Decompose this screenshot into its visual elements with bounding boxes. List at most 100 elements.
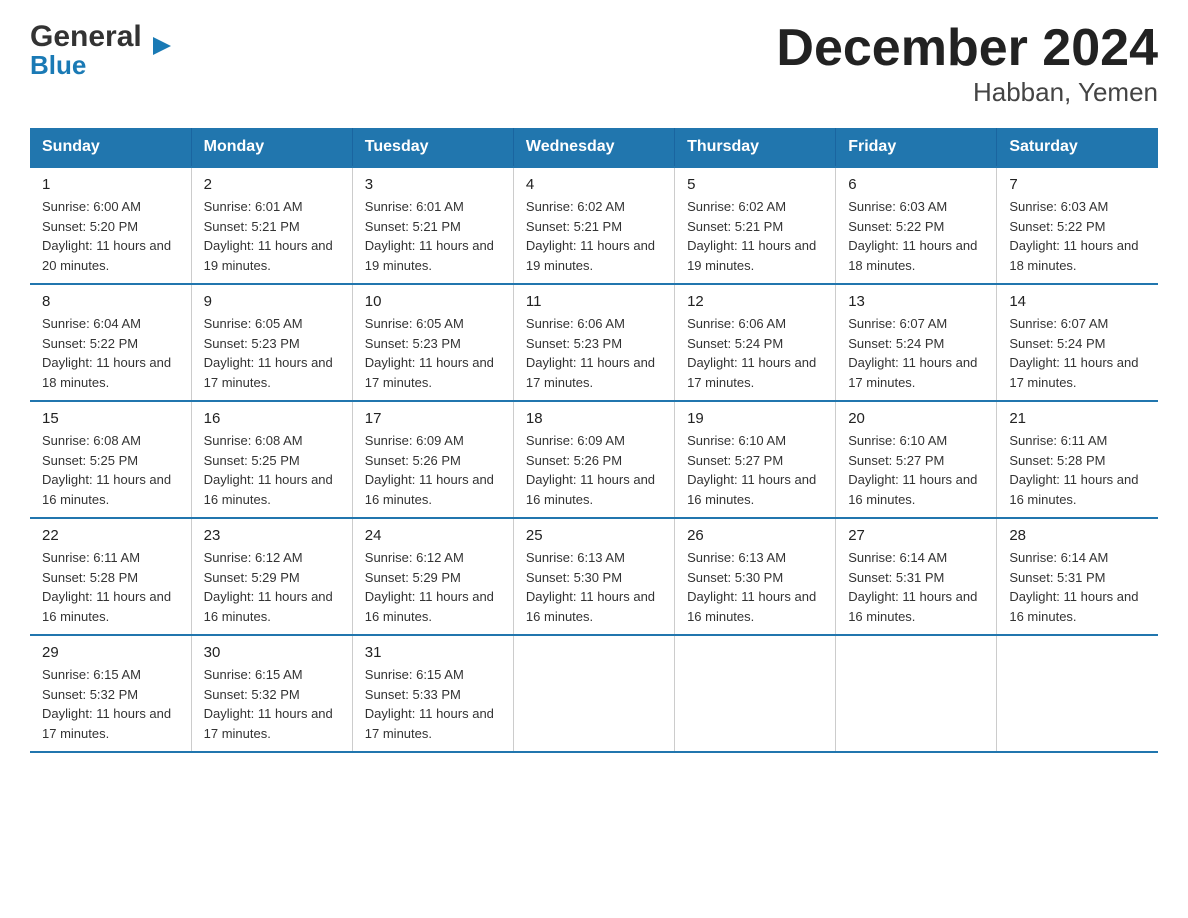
day-number: 31 <box>365 644 501 661</box>
header-tuesday: Tuesday <box>352 128 513 167</box>
day-info: Sunrise: 6:15 AMSunset: 5:32 PMDaylight:… <box>42 665 179 743</box>
day-number: 5 <box>687 176 823 193</box>
day-info: Sunrise: 6:13 AMSunset: 5:30 PMDaylight:… <box>526 548 662 626</box>
day-info: Sunrise: 6:02 AMSunset: 5:21 PMDaylight:… <box>526 197 662 275</box>
calendar-week-row: 29 Sunrise: 6:15 AMSunset: 5:32 PMDaylig… <box>30 635 1158 752</box>
day-number: 19 <box>687 410 823 427</box>
day-number: 8 <box>42 293 179 310</box>
calendar-cell: 28 Sunrise: 6:14 AMSunset: 5:31 PMDaylig… <box>997 518 1158 635</box>
calendar-cell: 4 Sunrise: 6:02 AMSunset: 5:21 PMDayligh… <box>513 167 674 284</box>
page-header: General Blue December 2024 Habban, Yemen <box>30 20 1158 108</box>
calendar-cell: 25 Sunrise: 6:13 AMSunset: 5:30 PMDaylig… <box>513 518 674 635</box>
header-friday: Friday <box>836 128 997 167</box>
logo-general: General <box>30 20 142 54</box>
day-info: Sunrise: 6:01 AMSunset: 5:21 PMDaylight:… <box>204 197 340 275</box>
day-info: Sunrise: 6:05 AMSunset: 5:23 PMDaylight:… <box>204 314 340 392</box>
day-number: 14 <box>1009 293 1146 310</box>
day-number: 24 <box>365 527 501 544</box>
day-info: Sunrise: 6:06 AMSunset: 5:24 PMDaylight:… <box>687 314 823 392</box>
day-info: Sunrise: 6:03 AMSunset: 5:22 PMDaylight:… <box>848 197 984 275</box>
day-number: 30 <box>204 644 340 661</box>
calendar-cell: 22 Sunrise: 6:11 AMSunset: 5:28 PMDaylig… <box>30 518 191 635</box>
day-info: Sunrise: 6:08 AMSunset: 5:25 PMDaylight:… <box>42 431 179 509</box>
day-number: 13 <box>848 293 984 310</box>
day-info: Sunrise: 6:14 AMSunset: 5:31 PMDaylight:… <box>848 548 984 626</box>
calendar-week-row: 22 Sunrise: 6:11 AMSunset: 5:28 PMDaylig… <box>30 518 1158 635</box>
calendar-cell: 17 Sunrise: 6:09 AMSunset: 5:26 PMDaylig… <box>352 401 513 518</box>
day-number: 29 <box>42 644 179 661</box>
calendar-cell: 24 Sunrise: 6:12 AMSunset: 5:29 PMDaylig… <box>352 518 513 635</box>
calendar-cell: 20 Sunrise: 6:10 AMSunset: 5:27 PMDaylig… <box>836 401 997 518</box>
calendar-cell: 13 Sunrise: 6:07 AMSunset: 5:24 PMDaylig… <box>836 284 997 401</box>
day-info: Sunrise: 6:07 AMSunset: 5:24 PMDaylight:… <box>848 314 984 392</box>
header-wednesday: Wednesday <box>513 128 674 167</box>
day-info: Sunrise: 6:11 AMSunset: 5:28 PMDaylight:… <box>1009 431 1146 509</box>
calendar-cell: 30 Sunrise: 6:15 AMSunset: 5:32 PMDaylig… <box>191 635 352 752</box>
day-number: 3 <box>365 176 501 193</box>
calendar-cell: 18 Sunrise: 6:09 AMSunset: 5:26 PMDaylig… <box>513 401 674 518</box>
calendar-table: SundayMondayTuesdayWednesdayThursdayFrid… <box>30 128 1158 753</box>
day-info: Sunrise: 6:15 AMSunset: 5:32 PMDaylight:… <box>204 665 340 743</box>
calendar-week-row: 15 Sunrise: 6:08 AMSunset: 5:25 PMDaylig… <box>30 401 1158 518</box>
calendar-week-row: 8 Sunrise: 6:04 AMSunset: 5:22 PMDayligh… <box>30 284 1158 401</box>
day-number: 12 <box>687 293 823 310</box>
calendar-cell: 16 Sunrise: 6:08 AMSunset: 5:25 PMDaylig… <box>191 401 352 518</box>
header-thursday: Thursday <box>675 128 836 167</box>
calendar-cell: 11 Sunrise: 6:06 AMSunset: 5:23 PMDaylig… <box>513 284 674 401</box>
header-sunday: Sunday <box>30 128 191 167</box>
day-number: 10 <box>365 293 501 310</box>
day-info: Sunrise: 6:09 AMSunset: 5:26 PMDaylight:… <box>365 431 501 509</box>
day-number: 2 <box>204 176 340 193</box>
day-info: Sunrise: 6:10 AMSunset: 5:27 PMDaylight:… <box>687 431 823 509</box>
day-info: Sunrise: 6:01 AMSunset: 5:21 PMDaylight:… <box>365 197 501 275</box>
day-info: Sunrise: 6:12 AMSunset: 5:29 PMDaylight:… <box>204 548 340 626</box>
calendar-cell: 6 Sunrise: 6:03 AMSunset: 5:22 PMDayligh… <box>836 167 997 284</box>
calendar-cell: 26 Sunrise: 6:13 AMSunset: 5:30 PMDaylig… <box>675 518 836 635</box>
calendar-cell: 27 Sunrise: 6:14 AMSunset: 5:31 PMDaylig… <box>836 518 997 635</box>
day-number: 28 <box>1009 527 1146 544</box>
day-info: Sunrise: 6:07 AMSunset: 5:24 PMDaylight:… <box>1009 314 1146 392</box>
day-info: Sunrise: 6:02 AMSunset: 5:21 PMDaylight:… <box>687 197 823 275</box>
logo-blue: Blue <box>30 50 86 81</box>
day-info: Sunrise: 6:10 AMSunset: 5:27 PMDaylight:… <box>848 431 984 509</box>
day-number: 6 <box>848 176 984 193</box>
day-number: 1 <box>42 176 179 193</box>
day-info: Sunrise: 6:05 AMSunset: 5:23 PMDaylight:… <box>365 314 501 392</box>
day-number: 15 <box>42 410 179 427</box>
day-info: Sunrise: 6:12 AMSunset: 5:29 PMDaylight:… <box>365 548 501 626</box>
day-number: 25 <box>526 527 662 544</box>
day-number: 11 <box>526 293 662 310</box>
day-number: 21 <box>1009 410 1146 427</box>
day-number: 20 <box>848 410 984 427</box>
calendar-cell: 7 Sunrise: 6:03 AMSunset: 5:22 PMDayligh… <box>997 167 1158 284</box>
day-info: Sunrise: 6:06 AMSunset: 5:23 PMDaylight:… <box>526 314 662 392</box>
calendar-cell <box>836 635 997 752</box>
calendar-cell: 9 Sunrise: 6:05 AMSunset: 5:23 PMDayligh… <box>191 284 352 401</box>
logo-arrow-icon <box>153 37 171 55</box>
day-info: Sunrise: 6:03 AMSunset: 5:22 PMDaylight:… <box>1009 197 1146 275</box>
day-number: 17 <box>365 410 501 427</box>
calendar-cell <box>675 635 836 752</box>
day-number: 9 <box>204 293 340 310</box>
calendar-cell: 1 Sunrise: 6:00 AMSunset: 5:20 PMDayligh… <box>30 167 191 284</box>
day-info: Sunrise: 6:13 AMSunset: 5:30 PMDaylight:… <box>687 548 823 626</box>
calendar-cell: 14 Sunrise: 6:07 AMSunset: 5:24 PMDaylig… <box>997 284 1158 401</box>
day-number: 23 <box>204 527 340 544</box>
calendar-cell: 12 Sunrise: 6:06 AMSunset: 5:24 PMDaylig… <box>675 284 836 401</box>
header-saturday: Saturday <box>997 128 1158 167</box>
day-number: 26 <box>687 527 823 544</box>
logo: General Blue <box>30 20 153 81</box>
calendar-cell: 2 Sunrise: 6:01 AMSunset: 5:21 PMDayligh… <box>191 167 352 284</box>
calendar-cell <box>513 635 674 752</box>
calendar-week-row: 1 Sunrise: 6:00 AMSunset: 5:20 PMDayligh… <box>30 167 1158 284</box>
day-number: 22 <box>42 527 179 544</box>
header-monday: Monday <box>191 128 352 167</box>
title-block: December 2024 Habban, Yemen <box>776 20 1158 108</box>
day-info: Sunrise: 6:09 AMSunset: 5:26 PMDaylight:… <box>526 431 662 509</box>
day-number: 7 <box>1009 176 1146 193</box>
day-number: 27 <box>848 527 984 544</box>
calendar-cell: 8 Sunrise: 6:04 AMSunset: 5:22 PMDayligh… <box>30 284 191 401</box>
calendar-cell: 10 Sunrise: 6:05 AMSunset: 5:23 PMDaylig… <box>352 284 513 401</box>
calendar-cell: 15 Sunrise: 6:08 AMSunset: 5:25 PMDaylig… <box>30 401 191 518</box>
day-info: Sunrise: 6:11 AMSunset: 5:28 PMDaylight:… <box>42 548 179 626</box>
